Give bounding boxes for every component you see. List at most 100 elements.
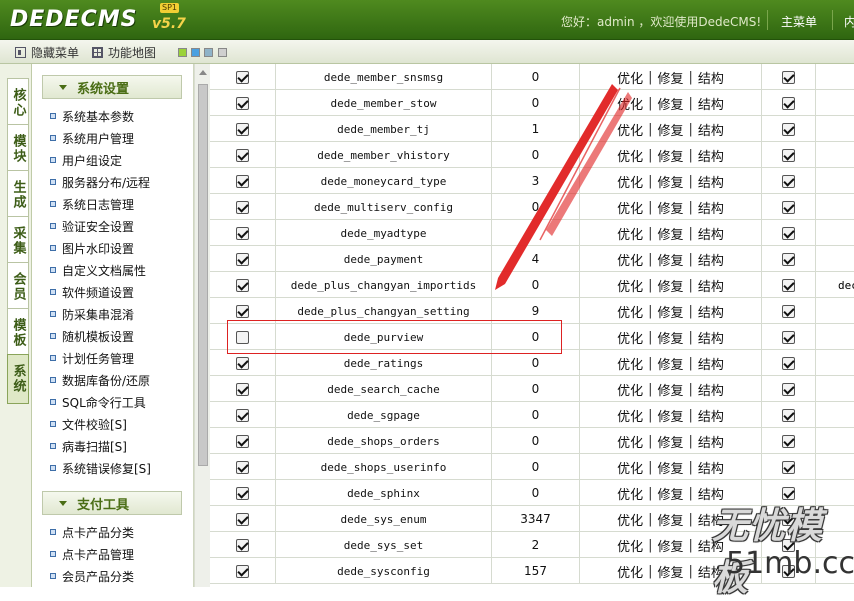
structure-link[interactable]: 结构 [693,458,729,477]
row-checkbox[interactable] [236,382,249,396]
row-checkbox-2[interactable] [782,122,795,136]
sidebar-item[interactable]: 系统日志管理 [50,194,134,214]
sidebar-item[interactable]: 计划任务管理 [50,348,134,368]
structure-link[interactable]: 结构 [693,276,729,295]
row-checkbox[interactable] [236,96,249,110]
repair-link[interactable]: 修复 [652,302,688,321]
row-checkbox[interactable] [236,70,249,84]
repair-link[interactable]: 修复 [652,354,688,373]
optimize-link[interactable]: 优化 [612,354,648,373]
structure-link[interactable]: 结构 [693,432,729,451]
theme-swatch-blue[interactable] [191,48,200,57]
row-checkbox[interactable] [236,564,249,578]
sidebar-item[interactable]: 验证安全设置 [50,216,134,236]
row-checkbox[interactable] [236,278,249,292]
repair-link[interactable]: 修复 [652,510,688,529]
row-checkbox-2[interactable] [782,460,795,474]
structure-link[interactable]: 结构 [693,328,729,347]
optimize-link[interactable]: 优化 [612,458,648,477]
sidebar-item[interactable]: 点卡产品分类 [50,522,134,542]
repair-link[interactable]: 修复 [652,458,688,477]
repair-link[interactable]: 修复 [652,250,688,269]
hide-menu-button[interactable]: 隐藏菜单 [15,44,79,60]
scroll-up-icon[interactable] [199,70,207,75]
structure-link[interactable]: 结构 [693,250,729,269]
structure-link[interactable]: 结构 [693,172,729,191]
row-checkbox[interactable] [236,486,249,500]
optimize-link[interactable]: 优化 [612,302,648,321]
row-checkbox[interactable] [236,148,249,162]
row-checkbox[interactable] [236,174,249,188]
optimize-link[interactable]: 优化 [612,276,648,295]
row-checkbox[interactable] [236,434,249,448]
dedecms-logo[interactable]: DEDECMS [10,7,137,32]
structure-link[interactable]: 结构 [693,146,729,165]
optimize-link[interactable]: 优化 [612,94,648,113]
optimize-link[interactable]: 优化 [612,432,648,451]
sidebar-item[interactable]: 数据库备份/还原 [50,370,150,390]
row-checkbox-2[interactable] [782,382,795,396]
optimize-link[interactable]: 优化 [612,510,648,529]
tab-5[interactable]: 模板 [7,308,29,358]
tab-6[interactable]: 系统 [7,354,29,404]
repair-link[interactable]: 修复 [652,380,688,399]
sidebar-item[interactable]: 会员产品分类 [50,566,134,586]
row-checkbox-2[interactable] [782,434,795,448]
optimize-link[interactable]: 优化 [612,250,648,269]
repair-link[interactable]: 修复 [652,224,688,243]
repair-link[interactable]: 修复 [652,432,688,451]
main-menu-link[interactable]: 主菜单 [781,13,817,30]
tab-4[interactable]: 会员 [7,262,29,312]
row-checkbox[interactable] [236,356,249,370]
structure-link[interactable]: 结构 [693,94,729,113]
repair-link[interactable]: 修复 [652,276,688,295]
optimize-link[interactable]: 优化 [612,328,648,347]
optimize-link[interactable]: 优化 [612,120,648,139]
scrollbar-thumb[interactable] [198,84,208,466]
sidebar-section-header[interactable]: 支付工具 [42,491,182,515]
repair-link[interactable]: 修复 [652,94,688,113]
sidebar-item[interactable]: 系统用户管理 [50,128,134,148]
repair-link[interactable]: 修复 [652,146,688,165]
structure-link[interactable]: 结构 [693,68,729,87]
tab-3[interactable]: 采集 [7,216,29,266]
structure-link[interactable]: 结构 [693,120,729,139]
row-checkbox[interactable] [236,460,249,474]
optimize-link[interactable]: 优化 [612,224,648,243]
optimize-link[interactable]: 优化 [612,536,648,555]
repair-link[interactable]: 修复 [652,68,688,87]
row-checkbox-2[interactable] [782,148,795,162]
repair-link[interactable]: 修复 [652,406,688,425]
repair-link[interactable]: 修复 [652,536,688,555]
sidebar-item[interactable]: 系统错误修复[S] [50,458,151,478]
tab-2[interactable]: 生成 [7,170,29,220]
row-checkbox[interactable] [236,200,249,214]
sidebar-item[interactable]: 服务器分布/远程 [50,172,150,192]
sidebar-scrollbar[interactable] [194,64,210,587]
sidebar-item[interactable]: SQL命令行工具 [50,392,146,412]
structure-link[interactable]: 结构 [693,406,729,425]
sidebar-item[interactable]: 图片水印设置 [50,238,134,258]
structure-link[interactable]: 结构 [693,354,729,373]
optimize-link[interactable]: 优化 [612,172,648,191]
structure-link[interactable]: 结构 [693,198,729,217]
tab-0[interactable]: 核心 [7,78,29,128]
theme-swatch-gray[interactable] [218,48,227,57]
row-checkbox-2[interactable] [782,330,795,344]
structure-link[interactable]: 结构 [693,380,729,399]
sidebar-item[interactable]: 病毒扫描[S] [50,436,127,456]
structure-link[interactable]: 结构 [693,302,729,321]
row-checkbox[interactable] [236,252,249,266]
row-checkbox-2[interactable] [782,200,795,214]
optimize-link[interactable]: 优化 [612,68,648,87]
row-checkbox-2[interactable] [782,408,795,422]
sidebar-item[interactable]: 点卡产品管理 [50,544,134,564]
structure-link[interactable]: 结构 [693,224,729,243]
optimize-link[interactable]: 优化 [612,146,648,165]
row-checkbox-2[interactable] [782,70,795,84]
row-checkbox-2[interactable] [782,278,795,292]
sidebar-item[interactable]: 文件校验[S] [50,414,127,434]
header-more-link[interactable]: 内 [844,13,854,30]
optimize-link[interactable]: 优化 [612,562,648,581]
site-map-button[interactable]: 功能地图 [92,44,156,60]
